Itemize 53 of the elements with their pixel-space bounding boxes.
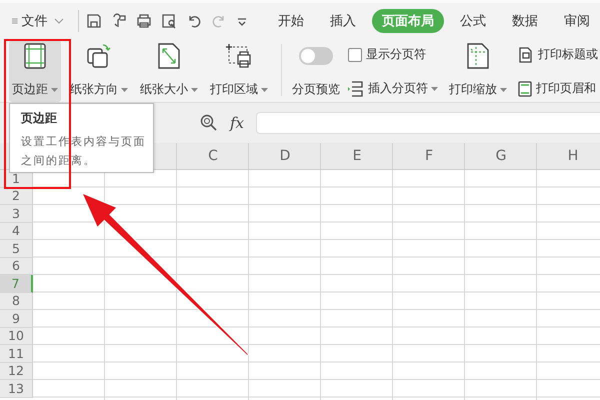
zoom-icon[interactable] bbox=[200, 114, 218, 132]
ribbon-button[interactable]: 打印标题或 bbox=[516, 45, 600, 64]
page-break-icon bbox=[348, 80, 364, 96]
ribbon-tab[interactable]: 数据 bbox=[502, 8, 548, 32]
toggle-label: 分页预览 bbox=[292, 81, 340, 98]
ribbon-tab[interactable]: 页面布局 bbox=[372, 8, 444, 32]
row-header[interactable]: 12 bbox=[0, 362, 33, 380]
row-header[interactable]: 6 bbox=[0, 258, 33, 275]
checkbox-label: 显示分页符 bbox=[366, 46, 426, 63]
column-header[interactable]: F bbox=[424, 148, 434, 164]
print-preview-icon[interactable] bbox=[161, 12, 177, 28]
row-header[interactable]: 7 bbox=[0, 275, 33, 292]
page-margins-icon bbox=[24, 43, 46, 69]
file-menu[interactable]: 文件 bbox=[22, 12, 48, 30]
ribbon-button[interactable]: 打印缩放 bbox=[446, 40, 510, 102]
row-header[interactable]: 5 bbox=[0, 240, 33, 258]
formula-input[interactable] bbox=[256, 112, 600, 134]
column-header[interactable]: G bbox=[496, 148, 506, 164]
ribbon-button[interactable]: 打印区域 bbox=[207, 40, 271, 102]
ribbon-button[interactable]: 页边距 bbox=[9, 40, 61, 102]
format-painter-icon[interactable] bbox=[111, 12, 127, 28]
header-footer-icon bbox=[518, 80, 532, 96]
row-header[interactable]: 4 bbox=[0, 222, 33, 240]
toggle-switch[interactable] bbox=[299, 47, 333, 65]
ribbon-button[interactable]: 纸张大小 bbox=[137, 40, 201, 102]
save-icon[interactable] bbox=[86, 12, 102, 28]
page-orientation-icon bbox=[86, 43, 112, 69]
row-header[interactable]: 10 bbox=[0, 328, 33, 345]
row-header[interactable]: 3 bbox=[0, 205, 33, 222]
checkbox[interactable] bbox=[348, 48, 362, 62]
print-icon[interactable] bbox=[136, 12, 152, 28]
ribbon-tab[interactable]: 公式 bbox=[450, 8, 496, 32]
ribbon-tab[interactable]: 审阅 bbox=[554, 8, 600, 32]
paper-size-icon bbox=[158, 43, 180, 69]
ribbon-button[interactable]: 插入分页符 bbox=[346, 79, 440, 98]
print-titles-icon bbox=[518, 46, 534, 62]
ribbon-tab[interactable]: 插入 bbox=[320, 8, 366, 32]
column-header[interactable]: D bbox=[280, 148, 290, 164]
chevron-icon bbox=[54, 18, 64, 24]
row-header[interactable]: 9 bbox=[0, 310, 33, 328]
row-header[interactable]: 13 bbox=[0, 380, 33, 398]
column-header[interactable]: C bbox=[208, 148, 218, 164]
ribbon-button[interactable]: 打印页眉和 bbox=[516, 79, 600, 98]
column-header[interactable]: E bbox=[352, 148, 362, 164]
column-header[interactable]: H bbox=[568, 148, 578, 164]
print-area-icon bbox=[225, 43, 253, 69]
tooltip-title: 页边距 bbox=[20, 110, 58, 127]
ribbon-button[interactable]: 纸张方向 bbox=[67, 40, 131, 102]
print-scaling-icon bbox=[467, 43, 489, 69]
ribbon-tab[interactable]: 开始 bbox=[268, 8, 314, 32]
function-button[interactable]: fx bbox=[226, 114, 248, 132]
row-header[interactable]: 8 bbox=[0, 292, 33, 310]
row-header[interactable]: 11 bbox=[0, 345, 33, 362]
